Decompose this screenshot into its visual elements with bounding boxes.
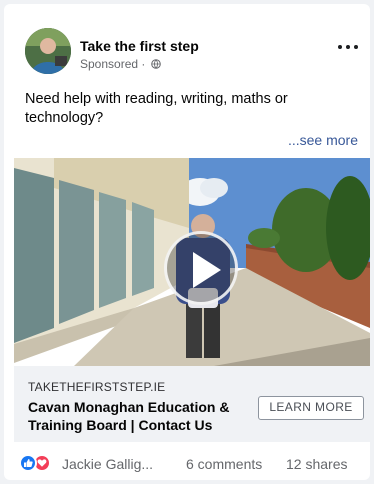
comments-count[interactable]: 6 comments <box>186 456 262 472</box>
globe-icon <box>150 58 161 69</box>
learn-more-button[interactable]: LEARN MORE <box>258 396 364 420</box>
see-more-link[interactable]: ...see more <box>288 132 358 148</box>
like-icon <box>19 454 37 472</box>
play-icon[interactable] <box>164 231 238 305</box>
engagement-bar: Jackie Gallig... 6 comments 12 shares <box>4 450 370 478</box>
link-preview[interactable]: TAKETHEFIRSTSTEP.IE Cavan Monaghan Educa… <box>14 366 370 442</box>
reaction-icons[interactable] <box>19 454 55 472</box>
sponsored-text: Sponsored · <box>80 57 149 71</box>
sponsored-post-card: Take the first step Sponsored · Need hel… <box>4 4 370 480</box>
page-name[interactable]: Take the first step <box>80 38 199 54</box>
reactors-text[interactable]: Jackie Gallig... <box>62 456 153 472</box>
post-header: Take the first step Sponsored · <box>4 4 370 84</box>
sponsored-label[interactable]: Sponsored · <box>80 57 161 71</box>
more-options-icon[interactable] <box>336 38 360 56</box>
video-thumbnail[interactable] <box>14 158 370 366</box>
link-domain: TAKETHEFIRSTSTEP.IE <box>28 380 166 394</box>
page-avatar[interactable] <box>25 28 71 74</box>
link-headline[interactable]: Cavan Monaghan Education & Training Boar… <box>28 398 258 434</box>
shares-count[interactable]: 12 shares <box>286 456 347 472</box>
post-text: Need help with reading, writing, maths o… <box>25 91 288 126</box>
